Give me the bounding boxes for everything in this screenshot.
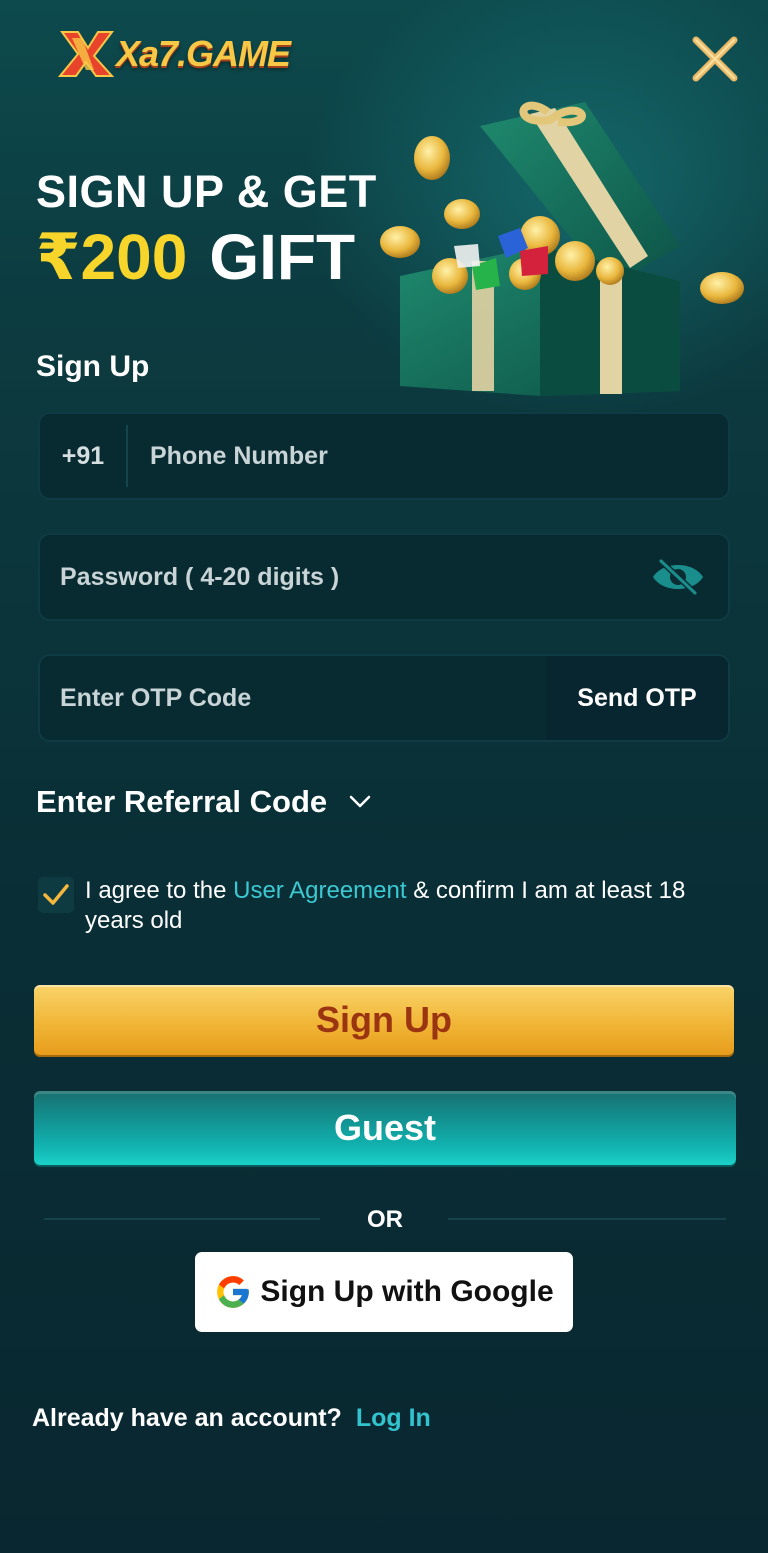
referral-code-toggle[interactable]: Enter Referral Code bbox=[36, 782, 371, 822]
referral-label: Enter Referral Code bbox=[36, 784, 328, 819]
password-field bbox=[38, 533, 730, 621]
guest-button[interactable]: Guest bbox=[34, 1091, 736, 1165]
login-question: Already have an account? bbox=[32, 1404, 342, 1432]
login-prompt: Already have an account? Log In bbox=[32, 1404, 431, 1433]
google-signup-label: Sign Up with Google bbox=[260, 1275, 554, 1308]
eye-off-icon bbox=[653, 558, 703, 596]
google-signup-button[interactable]: Sign Up with Google bbox=[195, 1252, 573, 1332]
sign-up-button[interactable]: Sign Up bbox=[34, 985, 734, 1055]
login-link[interactable]: Log In bbox=[356, 1404, 431, 1433]
phone-input[interactable] bbox=[128, 414, 728, 498]
google-icon bbox=[217, 1276, 250, 1308]
user-agreement-link[interactable]: User Agreement bbox=[233, 877, 406, 904]
agreement-text: I agree to the User Agreement & confirm … bbox=[85, 876, 735, 936]
send-otp-button[interactable]: Send OTP bbox=[546, 656, 728, 740]
promo-headline: SIGN UP & GET bbox=[36, 166, 377, 217]
logo-text: Xa7.GAME bbox=[116, 33, 291, 74]
agreement-checkbox[interactable] bbox=[38, 877, 74, 913]
or-text: OR bbox=[367, 1206, 403, 1233]
phone-field: +91 bbox=[38, 412, 730, 500]
form-title: Sign Up bbox=[36, 350, 150, 383]
check-icon bbox=[43, 884, 69, 905]
or-divider: OR bbox=[44, 1204, 726, 1234]
chevron-down-icon bbox=[349, 795, 371, 808]
treasure-gift-icon bbox=[380, 101, 744, 396]
divider-line-right bbox=[448, 1218, 726, 1220]
logo-mark-icon bbox=[57, 28, 115, 80]
brand-logo: Xa7.GAME bbox=[57, 26, 291, 82]
close-icon bbox=[692, 36, 738, 82]
promo-amount: ₹200 bbox=[36, 221, 188, 293]
password-input[interactable] bbox=[40, 535, 628, 619]
country-code-selector[interactable]: +91 bbox=[40, 425, 128, 487]
agreement-prefix: I agree to the bbox=[85, 877, 234, 904]
otp-input[interactable] bbox=[40, 656, 546, 740]
close-button[interactable] bbox=[690, 34, 740, 84]
toggle-password-visibility[interactable] bbox=[628, 535, 728, 619]
otp-field: Send OTP bbox=[38, 654, 730, 742]
promo-offer: ₹200 GIFT bbox=[36, 220, 355, 295]
promo-gift-word: GIFT bbox=[209, 221, 356, 293]
